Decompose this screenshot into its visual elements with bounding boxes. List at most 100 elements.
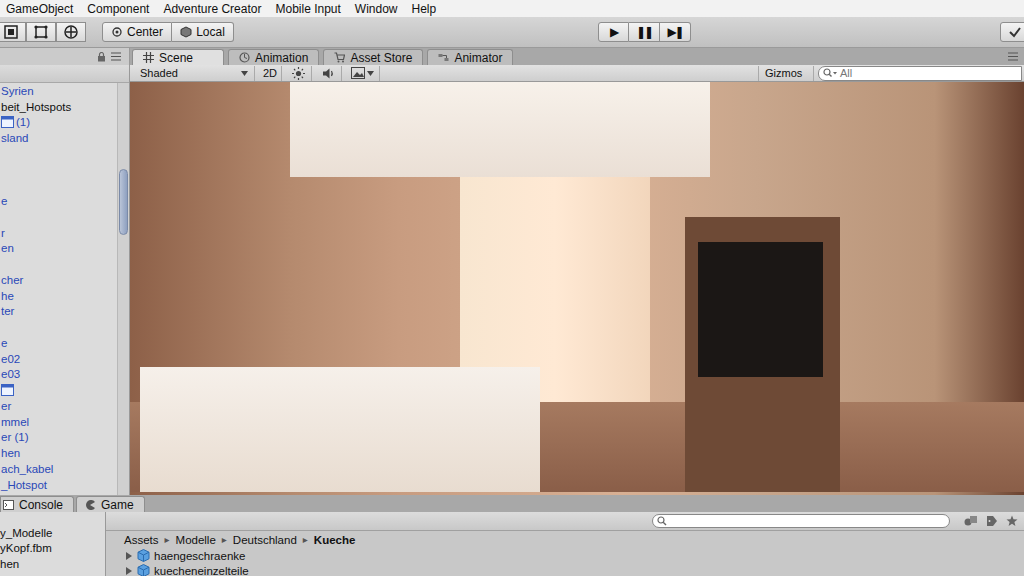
- asset-item[interactable]: kuecheneinzelteile: [126, 563, 1024, 576]
- toolbar: Center Local ▶❚❚▶❚: [0, 17, 1024, 48]
- hierarchy-list: Syrien beit_Hotspots (1) sland e r en ch…: [0, 83, 117, 495]
- hierarchy-item[interactable]: (1): [0, 115, 117, 131]
- play-button[interactable]: ▶: [598, 22, 629, 42]
- project-search-field[interactable]: [652, 514, 950, 528]
- hierarchy-item[interactable]: [0, 209, 117, 225]
- animation-icon: [239, 52, 250, 63]
- animator-icon: [438, 52, 449, 63]
- search-icon: [657, 516, 667, 526]
- scene-toolbar: Shaded 2D Gizmos All: [130, 65, 1024, 82]
- hierarchy-item[interactable]: cher: [0, 272, 117, 288]
- collab-button[interactable]: [1000, 22, 1024, 42]
- filter-type-icon[interactable]: [964, 515, 978, 527]
- star-icon[interactable]: [1006, 515, 1018, 527]
- menu-item[interactable]: GameObject: [6, 2, 73, 16]
- hierarchy-label: Syrien: [1, 85, 34, 97]
- hierarchy-item[interactable]: hen: [0, 445, 117, 461]
- audio-toggle[interactable]: [316, 66, 342, 81]
- transform-tool[interactable]: [56, 22, 86, 42]
- hierarchy-item[interactable]: Syrien: [0, 83, 117, 99]
- menu-item[interactable]: Window: [355, 2, 398, 16]
- menu-item[interactable]: Component: [87, 2, 149, 16]
- hierarchy-item[interactable]: [0, 178, 117, 194]
- hierarchy-item[interactable]: _Hotspot: [0, 477, 117, 493]
- menu-item[interactable]: Mobile Input: [275, 2, 340, 16]
- scale-tool[interactable]: [0, 22, 26, 42]
- project-panel: y_ModelleyKopf.fbmhen Assets▸ Modelle▸ D…: [0, 512, 1024, 576]
- hierarchy-item[interactable]: [0, 319, 117, 335]
- lighting-toggle[interactable]: [286, 66, 312, 81]
- breadcrumb-separator: ▸: [222, 534, 227, 545]
- scene-viewport[interactable]: [130, 82, 1024, 495]
- 2d-toggle[interactable]: 2D: [259, 66, 282, 81]
- asset-item[interactable]: haengeschraenke: [126, 548, 1024, 563]
- effects-dropdown[interactable]: [346, 66, 380, 81]
- panel-menu-icon[interactable]: [1008, 52, 1018, 61]
- tab-label: Asset Store: [350, 51, 412, 65]
- hierarchy-item[interactable]: r: [0, 225, 117, 241]
- breadcrumb-item[interactable]: Modelle: [176, 534, 216, 546]
- menu-item[interactable]: Help: [412, 2, 437, 16]
- hierarchy-item[interactable]: sland: [0, 130, 117, 146]
- hierarchy-item[interactable]: e: [0, 335, 117, 351]
- hierarchy-label: e03: [1, 368, 20, 380]
- scene-tab[interactable]: Scene: [132, 49, 224, 65]
- gizmos-dropdown[interactable]: Gizmos: [758, 66, 814, 81]
- bottom-tab[interactable]: Game: [76, 496, 145, 512]
- breadcrumb-item[interactable]: Kueche: [314, 534, 356, 546]
- cart-icon: [334, 52, 345, 63]
- transform-tools: [0, 22, 86, 42]
- breadcrumb-item[interactable]: Assets: [124, 534, 159, 546]
- rect-tool[interactable]: [26, 22, 56, 42]
- sun-icon: [292, 67, 305, 80]
- scrollbar-thumb[interactable]: [119, 169, 128, 235]
- scene-tab[interactable]: Animation: [228, 49, 319, 65]
- panel-menu-icon[interactable]: [111, 52, 121, 61]
- hierarchy-item[interactable]: [0, 256, 117, 272]
- hierarchy-item[interactable]: er: [0, 398, 117, 414]
- hierarchy-label: e02: [1, 353, 20, 365]
- foldout-closed-icon[interactable]: [126, 552, 133, 560]
- play-button[interactable]: ▶❚: [660, 22, 691, 42]
- hierarchy-label: e: [1, 195, 7, 207]
- hierarchy-toolbar: [0, 65, 129, 83]
- pivot-button[interactable]: Local: [172, 22, 234, 42]
- hierarchy-item[interactable]: beit_Hotspots: [0, 99, 117, 115]
- hierarchy-item[interactable]: [0, 382, 117, 398]
- hierarchy-item[interactable]: e: [0, 193, 117, 209]
- foldout-closed-icon[interactable]: [126, 567, 133, 575]
- search-placeholder: All: [840, 67, 852, 79]
- hierarchy-item[interactable]: mmel: [0, 414, 117, 430]
- hierarchy-item[interactable]: he: [0, 288, 117, 304]
- shading-dropdown[interactable]: Shaded: [134, 66, 255, 81]
- hierarchy-scrollbar[interactable]: [117, 83, 129, 495]
- tab-label: Scene: [159, 51, 193, 65]
- model-cube-icon: [137, 549, 150, 562]
- gizmos-label: Gizmos: [765, 67, 802, 79]
- scale-icon: [3, 24, 19, 40]
- lock-icon[interactable]: [97, 52, 106, 62]
- bottom-tab-bar: Console Game: [0, 495, 1024, 512]
- hierarchy-item[interactable]: ach_kabel: [0, 461, 117, 477]
- hierarchy-item[interactable]: [0, 162, 117, 178]
- hierarchy-item[interactable]: [0, 146, 117, 162]
- dropdown-arrow-icon: [241, 71, 248, 76]
- hierarchy-item[interactable]: er (1): [0, 430, 117, 446]
- scene-tab[interactable]: Animator: [427, 49, 513, 65]
- label-icon[interactable]: [986, 515, 998, 527]
- scene-search-field[interactable]: All: [818, 66, 1022, 81]
- play-button[interactable]: ❚❚: [629, 22, 660, 42]
- hierarchy-item[interactable]: ter: [0, 304, 117, 320]
- unity-editor: GameObject Component Adventure Creator Mobi…: [0, 0, 1024, 576]
- folder-item[interactable]: hen: [0, 556, 105, 572]
- folder-item[interactable]: yKopf.fbm: [0, 541, 105, 557]
- bottom-tab[interactable]: Console: [0, 496, 74, 512]
- hierarchy-item[interactable]: e02: [0, 351, 117, 367]
- menu-item[interactable]: Adventure Creator: [163, 2, 261, 16]
- hierarchy-item[interactable]: en: [0, 241, 117, 257]
- hierarchy-item[interactable]: e03: [0, 367, 117, 383]
- scene-tab[interactable]: Asset Store: [323, 49, 423, 65]
- breadcrumb-item[interactable]: Deutschland: [233, 534, 297, 546]
- pivot-button[interactable]: Center: [102, 22, 172, 42]
- folder-item[interactable]: y_Modelle: [0, 525, 105, 541]
